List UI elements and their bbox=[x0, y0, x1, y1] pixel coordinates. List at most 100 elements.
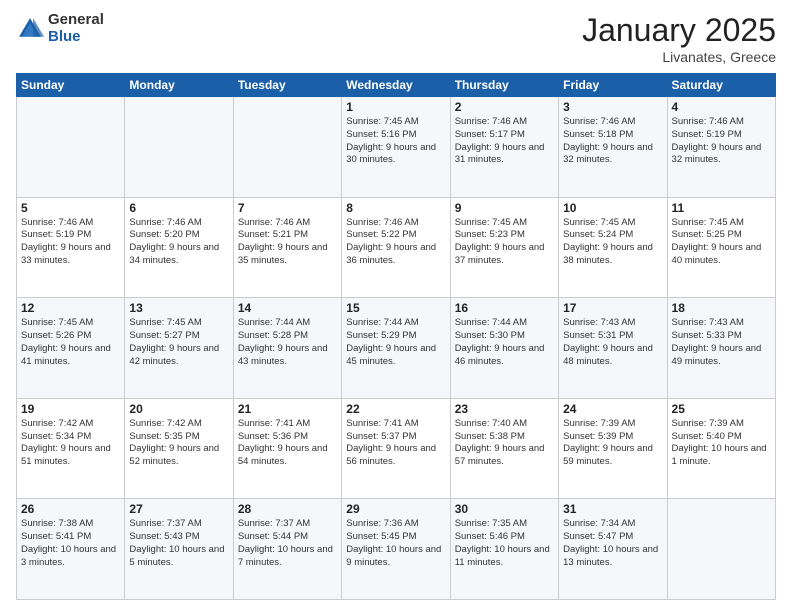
day-number: 2 bbox=[455, 100, 554, 114]
page: General Blue January 2025 Livanates, Gre… bbox=[0, 0, 792, 612]
table-row: 2 Sunrise: 7:46 AM Sunset: 5:17 PM Daylig… bbox=[450, 97, 558, 198]
day-number: 11 bbox=[672, 201, 771, 215]
day-number: 8 bbox=[346, 201, 445, 215]
table-row: 9Sunrise: 7:45 AM Sunset: 5:23 PM Daylig… bbox=[450, 197, 558, 298]
table-row: 15Sunrise: 7:44 AM Sunset: 5:29 PM Dayli… bbox=[342, 298, 450, 399]
day-info: Sunrise: 7:37 AM Sunset: 5:43 PM Dayligh… bbox=[129, 518, 228, 569]
col-sunday: Sunday bbox=[17, 74, 125, 97]
table-row: 6 Sunrise: 7:46 AM Sunset: 5:20 PM Daylig… bbox=[125, 197, 233, 298]
day-info: Sunrise: 7:45 AM Sunset: 5:16 PM Dayligh… bbox=[346, 116, 445, 167]
day-info: Sunrise: 7:41 AM Sunset: 5:36 PM Dayligh… bbox=[238, 418, 337, 469]
col-wednesday: Wednesday bbox=[342, 74, 450, 97]
day-info: Sunrise: 7:45 AM Sunset: 5:25 PM Dayligh… bbox=[672, 217, 771, 268]
day-info: Sunrise: 7:45 AM Sunset: 5:24 PM Dayligh… bbox=[563, 217, 662, 268]
day-number: 24 bbox=[563, 402, 662, 416]
day-number: 25 bbox=[672, 402, 771, 416]
day-info: Sunrise: 7:39 AM Sunset: 5:39 PM Dayligh… bbox=[563, 418, 662, 469]
col-thursday: Thursday bbox=[450, 74, 558, 97]
day-number: 21 bbox=[238, 402, 337, 416]
day-number: 20 bbox=[129, 402, 228, 416]
table-row bbox=[667, 499, 775, 600]
day-number: 17 bbox=[563, 301, 662, 315]
table-row: 13 Sunrise: 7:45 AM Sunset: 5:27 PM Dayli… bbox=[125, 298, 233, 399]
table-row: 25 Sunrise: 7:39 AM Sunset: 5:40 PM Dayli… bbox=[667, 398, 775, 499]
day-info: Sunrise: 7:46 AM Sunset: 5:19 PM Dayligh… bbox=[21, 217, 120, 268]
day-number: 15 bbox=[346, 301, 445, 315]
table-row: 5 Sunrise: 7:46 AM Sunset: 5:19 PM Daylig… bbox=[17, 197, 125, 298]
day-info: Sunrise: 7:46 AM Sunset: 5:19 PM Dayligh… bbox=[672, 116, 771, 167]
calendar-week-5: 26Sunrise: 7:38 AM Sunset: 5:41 PM Dayli… bbox=[17, 499, 776, 600]
table-row bbox=[233, 97, 341, 198]
day-info: Sunrise: 7:45 AM Sunset: 5:27 PM Dayligh… bbox=[129, 317, 228, 368]
table-row: 29Sunrise: 7:36 AM Sunset: 5:45 PM Dayli… bbox=[342, 499, 450, 600]
table-row: 21 Sunrise: 7:41 AM Sunset: 5:36 PM Dayli… bbox=[233, 398, 341, 499]
day-info: Sunrise: 7:37 AM Sunset: 5:44 PM Dayligh… bbox=[238, 518, 337, 569]
calendar-week-1: 1 Sunrise: 7:45 AM Sunset: 5:16 PM Daylig… bbox=[17, 97, 776, 198]
day-info: Sunrise: 7:40 AM Sunset: 5:38 PM Dayligh… bbox=[455, 418, 554, 469]
day-info: Sunrise: 7:45 AM Sunset: 5:26 PM Dayligh… bbox=[21, 317, 120, 368]
day-number: 12 bbox=[21, 301, 120, 315]
day-info: Sunrise: 7:46 AM Sunset: 5:20 PM Dayligh… bbox=[129, 217, 228, 268]
day-number: 31 bbox=[563, 502, 662, 516]
table-row: 30Sunrise: 7:35 AM Sunset: 5:46 PM Dayli… bbox=[450, 499, 558, 600]
table-row: 22 Sunrise: 7:41 AM Sunset: 5:37 PM Dayli… bbox=[342, 398, 450, 499]
table-row bbox=[17, 97, 125, 198]
table-row: 8 Sunrise: 7:46 AM Sunset: 5:22 PM Daylig… bbox=[342, 197, 450, 298]
col-friday: Friday bbox=[559, 74, 667, 97]
day-info: Sunrise: 7:39 AM Sunset: 5:40 PM Dayligh… bbox=[672, 418, 771, 469]
day-info: Sunrise: 7:43 AM Sunset: 5:31 PM Dayligh… bbox=[563, 317, 662, 368]
day-number: 13 bbox=[129, 301, 228, 315]
table-row: 11 Sunrise: 7:45 AM Sunset: 5:25 PM Dayli… bbox=[667, 197, 775, 298]
table-row: 7Sunrise: 7:46 AM Sunset: 5:21 PM Daylig… bbox=[233, 197, 341, 298]
day-number: 28 bbox=[238, 502, 337, 516]
table-row: 3Sunrise: 7:46 AM Sunset: 5:18 PM Daylig… bbox=[559, 97, 667, 198]
day-number: 22 bbox=[346, 402, 445, 416]
day-number: 30 bbox=[455, 502, 554, 516]
day-info: Sunrise: 7:34 AM Sunset: 5:47 PM Dayligh… bbox=[563, 518, 662, 569]
day-number: 26 bbox=[21, 502, 120, 516]
day-number: 14 bbox=[238, 301, 337, 315]
table-row: 4Sunrise: 7:46 AM Sunset: 5:19 PM Daylig… bbox=[667, 97, 775, 198]
table-row: 10 Sunrise: 7:45 AM Sunset: 5:24 PM Dayli… bbox=[559, 197, 667, 298]
day-info: Sunrise: 7:44 AM Sunset: 5:30 PM Dayligh… bbox=[455, 317, 554, 368]
table-row: 28 Sunrise: 7:37 AM Sunset: 5:44 PM Dayli… bbox=[233, 499, 341, 600]
day-number: 6 bbox=[129, 201, 228, 215]
header: General Blue January 2025 Livanates, Gre… bbox=[16, 12, 776, 65]
day-info: Sunrise: 7:46 AM Sunset: 5:17 PM Dayligh… bbox=[455, 116, 554, 167]
day-number: 16 bbox=[455, 301, 554, 315]
day-info: Sunrise: 7:42 AM Sunset: 5:34 PM Dayligh… bbox=[21, 418, 120, 469]
table-row: 20 Sunrise: 7:42 AM Sunset: 5:35 PM Dayli… bbox=[125, 398, 233, 499]
day-info: Sunrise: 7:41 AM Sunset: 5:37 PM Dayligh… bbox=[346, 418, 445, 469]
day-number: 19 bbox=[21, 402, 120, 416]
day-info: Sunrise: 7:46 AM Sunset: 5:22 PM Dayligh… bbox=[346, 217, 445, 268]
logo-blue-text: Blue bbox=[48, 29, 104, 46]
col-monday: Monday bbox=[125, 74, 233, 97]
table-row: 27 Sunrise: 7:37 AM Sunset: 5:43 PM Dayli… bbox=[125, 499, 233, 600]
logo-general-text: General bbox=[48, 12, 104, 29]
day-number: 23 bbox=[455, 402, 554, 416]
calendar-week-2: 5 Sunrise: 7:46 AM Sunset: 5:19 PM Daylig… bbox=[17, 197, 776, 298]
logo: General Blue bbox=[16, 12, 104, 45]
day-info: Sunrise: 7:46 AM Sunset: 5:21 PM Dayligh… bbox=[238, 217, 337, 268]
day-info: Sunrise: 7:36 AM Sunset: 5:45 PM Dayligh… bbox=[346, 518, 445, 569]
table-row: 31 Sunrise: 7:34 AM Sunset: 5:47 PM Dayli… bbox=[559, 499, 667, 600]
logo-icon bbox=[16, 15, 44, 43]
day-number: 27 bbox=[129, 502, 228, 516]
title-block: January 2025 Livanates, Greece bbox=[582, 12, 776, 65]
table-row: 19 Sunrise: 7:42 AM Sunset: 5:34 PM Dayli… bbox=[17, 398, 125, 499]
day-info: Sunrise: 7:46 AM Sunset: 5:18 PM Dayligh… bbox=[563, 116, 662, 167]
day-number: 10 bbox=[563, 201, 662, 215]
calendar-table: Sunday Monday Tuesday Wednesday Thursday… bbox=[16, 73, 776, 600]
month-title: January 2025 bbox=[582, 12, 776, 49]
col-tuesday: Tuesday bbox=[233, 74, 341, 97]
day-info: Sunrise: 7:42 AM Sunset: 5:35 PM Dayligh… bbox=[129, 418, 228, 469]
table-row: 16 Sunrise: 7:44 AM Sunset: 5:30 PM Dayli… bbox=[450, 298, 558, 399]
table-row: 1 Sunrise: 7:45 AM Sunset: 5:16 PM Daylig… bbox=[342, 97, 450, 198]
table-row: 24 Sunrise: 7:39 AM Sunset: 5:39 PM Dayli… bbox=[559, 398, 667, 499]
table-row: 12 Sunrise: 7:45 AM Sunset: 5:26 PM Dayli… bbox=[17, 298, 125, 399]
day-number: 5 bbox=[21, 201, 120, 215]
day-info: Sunrise: 7:44 AM Sunset: 5:28 PM Dayligh… bbox=[238, 317, 337, 368]
table-row bbox=[125, 97, 233, 198]
calendar-week-3: 12 Sunrise: 7:45 AM Sunset: 5:26 PM Dayli… bbox=[17, 298, 776, 399]
day-number: 1 bbox=[346, 100, 445, 114]
